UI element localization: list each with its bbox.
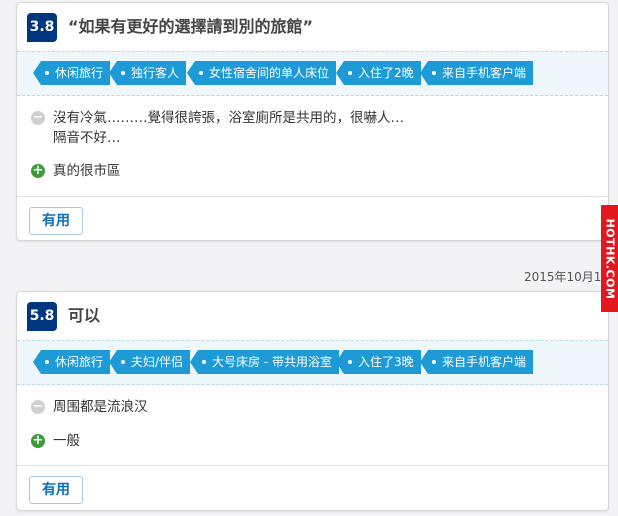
negative-text-line2: 隔音不好… xyxy=(53,130,121,146)
tag-source: 来自手机客户端 xyxy=(419,350,534,374)
positive-text: 一般 xyxy=(53,433,80,449)
minus-icon: − xyxy=(31,399,45,414)
tag-nights: 入住了3晚 xyxy=(336,350,421,374)
tag-room-type: 大号床房 - 带共用浴室 xyxy=(190,350,339,374)
helpful-button[interactable]: 有用 xyxy=(29,476,83,504)
positive-text: 真的很市區 xyxy=(53,163,121,179)
review-score-badge: 3.8 xyxy=(27,13,57,42)
negative-text-line1: 沒有冷氣………覺得很誇張，浴室廁所是共用的，很嚇人… xyxy=(53,110,404,126)
divider xyxy=(17,465,608,466)
tag-trip-type: 休闲旅行 xyxy=(32,350,111,374)
tag-nights: 入住了2晚 xyxy=(336,61,421,85)
review-tags: 休闲旅行 独行客人 女性宿舍间的单人床位 入住了2晚 来自手机客户端 xyxy=(17,51,608,96)
divider xyxy=(17,196,608,197)
plus-icon: + xyxy=(31,433,45,448)
tag-trip-type: 休闲旅行 xyxy=(32,61,111,85)
review-title: “如果有更好的選擇請到別的旅館” xyxy=(68,17,314,36)
negative-comment: − 周围都是流浪汉 xyxy=(31,397,148,417)
review-tags: 休闲旅行 夫妇/伴侣 大号床房 - 带共用浴室 入住了3晚 来自手机客户端 xyxy=(17,340,608,385)
tag-guest-type: 独行客人 xyxy=(108,61,187,85)
watermark-text: HOTHK.COM xyxy=(603,218,616,299)
positive-comment: + 真的很市區 xyxy=(31,161,121,181)
review-card: 3.8 “如果有更好的選擇請到別的旅館” 休闲旅行 独行客人 女性宿舍间的单人床… xyxy=(16,2,609,241)
positive-comment: + 一般 xyxy=(31,431,80,451)
plus-icon: + xyxy=(31,163,45,178)
negative-comment: − 沒有冷氣………覺得很誇張，浴室廁所是共用的，很嚇人… 隔音不好… xyxy=(31,108,404,148)
review-header: 5.8 可以 xyxy=(17,292,608,340)
tag-source: 来自手机客户端 xyxy=(419,61,534,85)
watermark-logo: HOTHK.COM xyxy=(601,205,618,312)
helpful-button[interactable]: 有用 xyxy=(29,207,83,235)
review-score-badge: 5.8 xyxy=(27,302,57,331)
review-header: 3.8 “如果有更好的選擇請到別的旅館” xyxy=(17,3,608,51)
minus-icon: − xyxy=(31,110,45,125)
tag-room-type: 女性宿舍间的单人床位 xyxy=(186,61,337,85)
review-card: 5.8 可以 休闲旅行 夫妇/伴侣 大号床房 - 带共用浴室 入住了3晚 来自手… xyxy=(16,291,609,511)
tag-guest-type: 夫妇/伴侣 xyxy=(108,350,191,374)
negative-text: 周围都是流浪汉 xyxy=(53,399,148,415)
review-title: 可以 xyxy=(68,306,101,325)
